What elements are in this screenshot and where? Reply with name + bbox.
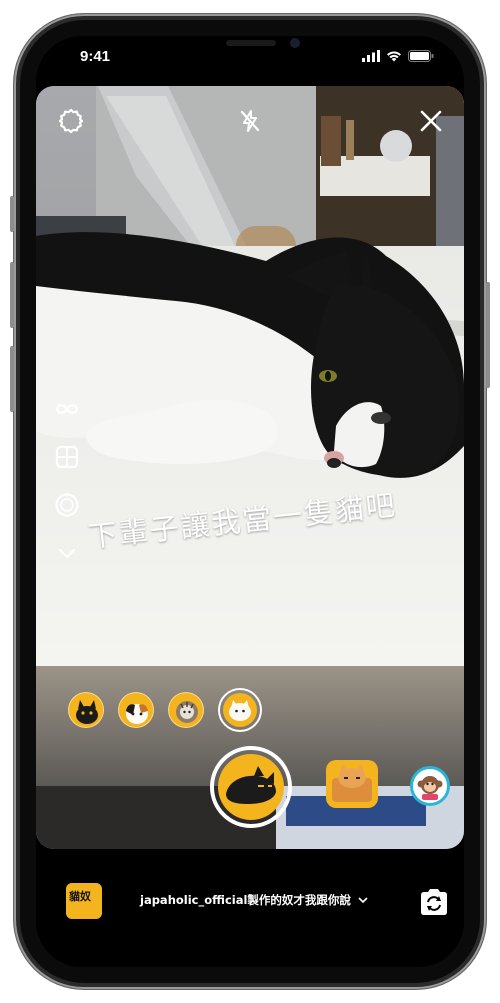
effect-option[interactable] <box>326 760 378 808</box>
active-effect-preview <box>218 754 284 820</box>
filter-option[interactable] <box>118 692 154 728</box>
effect-info-bar: 貓奴 japaholic_official製作的奴才我跟你說 <box>36 849 464 967</box>
front-camera <box>290 38 300 48</box>
layout-icon <box>55 445 79 469</box>
filter-option-selected[interactable] <box>218 688 262 732</box>
camera-viewfinder[interactable]: 下輩子讓我當一隻貓吧 <box>36 86 464 849</box>
screen: 9:41 下輩子讓我當一隻貓吧 貓奴 japaholic_official製作的… <box>36 36 464 967</box>
flash-toggle[interactable] <box>237 108 263 134</box>
black-cat-icon <box>226 766 276 804</box>
status-time: 9:41 <box>80 48 111 65</box>
wifi-icon <box>387 51 401 62</box>
camera-preview-image <box>36 86 464 849</box>
layout-button[interactable] <box>54 444 80 470</box>
close-icon <box>420 110 442 132</box>
mute-switch <box>10 196 14 232</box>
capture-controls <box>36 746 464 846</box>
hands-free-icon <box>55 493 79 517</box>
power-button <box>486 282 490 388</box>
flip-camera-icon <box>421 889 447 915</box>
hands-free-button[interactable] <box>54 492 80 518</box>
monkey-icon <box>417 776 443 800</box>
filter-option[interactable] <box>168 692 204 728</box>
settings-icon <box>58 108 84 134</box>
capture-button[interactable] <box>210 746 292 828</box>
flash-off-icon <box>240 110 260 132</box>
status-icons <box>362 50 434 62</box>
flip-camera-button[interactable] <box>417 887 451 917</box>
speaker-grille <box>226 40 276 46</box>
white-cat-icon <box>223 693 257 727</box>
volume-down-button <box>10 346 14 412</box>
effect-credit-text: japaholic_official製作的奴才我跟你說 <box>140 893 351 907</box>
filter-carousel <box>68 688 262 732</box>
filter-option[interactable] <box>68 692 104 728</box>
volume-up-button <box>10 262 14 328</box>
battery-icon <box>408 50 434 62</box>
settings-button[interactable] <box>58 108 84 134</box>
chevron-down-icon <box>358 897 368 904</box>
more-tools-button[interactable] <box>54 540 80 566</box>
calico-cat-icon <box>126 704 148 724</box>
effect-thumb-label: 貓奴 <box>69 890 91 903</box>
creative-tools <box>54 396 80 566</box>
black-cat-icon <box>76 700 98 724</box>
effect-thumbnail[interactable]: 貓奴 <box>66 883 102 919</box>
effect-credit[interactable]: japaholic_official製作的奴才我跟你說 <box>140 892 368 908</box>
close-button[interactable] <box>418 108 444 134</box>
effect-option[interactable] <box>410 766 450 806</box>
chevron-down-icon <box>59 549 75 558</box>
tabby-cat-icon <box>176 701 198 723</box>
boomerang-icon <box>55 404 79 414</box>
status-bar: 9:41 <box>36 36 464 86</box>
boomerang-button[interactable] <box>54 396 80 422</box>
signal-icon <box>362 50 380 62</box>
orange-cat-icon <box>332 764 372 802</box>
